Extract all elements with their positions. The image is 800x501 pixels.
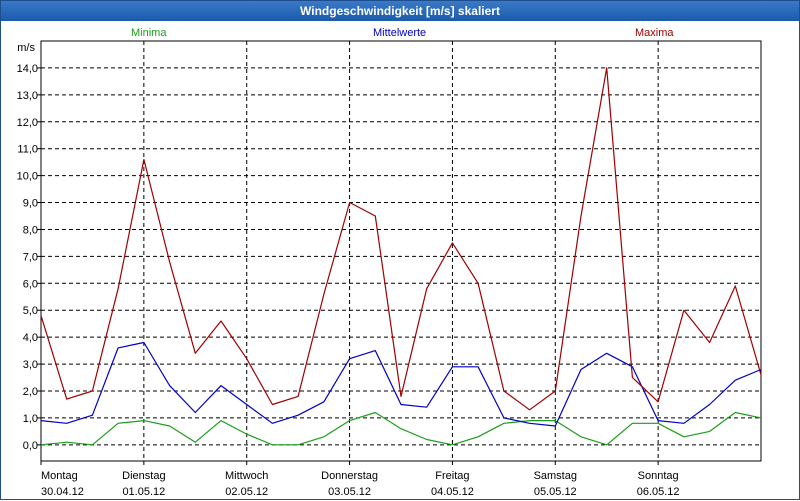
y-tick-label: 0,0 — [23, 440, 38, 452]
x-tick-label-weekday: Sonntag — [638, 470, 679, 482]
y-tick-label: 12,0 — [17, 117, 38, 129]
x-tick-label-weekday: Mittwoch — [225, 470, 268, 482]
x-tick-label-weekday: Dienstag — [122, 470, 165, 482]
y-tick-label: 9,0 — [23, 198, 38, 210]
x-tick-label-date: 01.05.12 — [122, 486, 165, 498]
y-tick-label: 2,0 — [23, 386, 38, 398]
x-tick-label-weekday: Freitag — [435, 470, 469, 482]
x-tick-label-date: 02.05.12 — [225, 486, 268, 498]
y-tick-label: 1,0 — [23, 413, 38, 425]
y-tick-label: 8,0 — [23, 224, 38, 236]
y-tick-label: 13,0 — [17, 90, 38, 102]
y-tick-label: 5,0 — [23, 305, 38, 317]
x-tick-label-date: 03.05.12 — [328, 486, 371, 498]
y-axis-label: m/s — [17, 42, 35, 54]
x-tick-label-date: 06.05.12 — [637, 486, 680, 498]
x-tick-label-date: 04.05.12 — [431, 486, 474, 498]
y-tick-label: 6,0 — [23, 278, 38, 290]
y-tick-label: 10,0 — [17, 171, 38, 183]
x-tick-label-weekday: Donnerstag — [321, 470, 378, 482]
x-tick-label-date: 30.04.12 — [41, 486, 84, 498]
x-tick-label-weekday: Montag — [41, 470, 78, 482]
chart-window: Windgeschwindigkeit [m/s] skaliert Minim… — [0, 0, 800, 500]
x-tick-label-weekday: Samstag — [534, 470, 577, 482]
y-tick-label: 3,0 — [23, 359, 38, 371]
series-minima-line — [40, 411, 762, 446]
y-tick-label: 14,0 — [17, 63, 38, 75]
plot-frame — [40, 40, 762, 462]
series-mittelwerte-line — [40, 341, 762, 427]
y-tick-label: 7,0 — [23, 251, 38, 263]
y-tick-label: 11,0 — [17, 144, 38, 156]
y-tick-label: 4,0 — [23, 332, 38, 344]
wind-speed-chart: m/s 0,0 1,0 2,0 3,0 4,0 5,0 6,0 7,0 8,0 9,0 10,0 11,… — [17, 40, 762, 498]
series-maxima-line — [40, 67, 762, 411]
x-tick-label-date: 05.05.12 — [534, 486, 577, 498]
